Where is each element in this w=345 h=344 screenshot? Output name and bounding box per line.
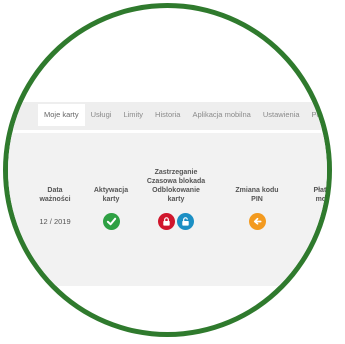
tab-help[interactable]: Pomoc xyxy=(306,104,327,126)
header-expiry-text: Data ważności xyxy=(39,187,71,203)
tab-history[interactable]: Historia xyxy=(149,104,186,126)
column-block: Zastrzeganie Czasowa blokada Odblokowani… xyxy=(139,158,213,230)
tab-limits[interactable]: Limity xyxy=(117,104,149,126)
header-pin: Zmiana kodu PIN xyxy=(220,186,294,204)
header-pin-text: Zmiana kodu PIN xyxy=(235,187,279,203)
circular-frame: Moje karty Usługi Limity Historia Aplika… xyxy=(3,3,332,337)
header-block-line-3: Odblokowanie xyxy=(152,187,200,194)
tab-my-cards[interactable]: Moje karty xyxy=(38,104,85,126)
column-activation: Aktywacja karty xyxy=(74,158,148,230)
column-pin: Zmiana kodu PIN xyxy=(220,158,294,230)
header-activation: Aktywacja karty xyxy=(74,186,148,204)
check-icon[interactable] xyxy=(102,212,120,230)
tab-mobile-app[interactable]: Aplikacja mobilna xyxy=(186,104,256,126)
arrow-left-icon[interactable] xyxy=(248,212,266,230)
unlock-icon[interactable] xyxy=(177,212,194,230)
tab-services[interactable]: Usługi xyxy=(85,104,118,126)
screenshot-stage: Moje karty Usługi Limity Historia Aplika… xyxy=(0,0,345,344)
header-block-line-4: karty xyxy=(167,196,185,203)
smartphone-icon[interactable] xyxy=(323,212,327,230)
lock-icon[interactable] xyxy=(158,212,175,230)
expiry-value: 12 / 2019 xyxy=(39,216,71,226)
column-mobile: Płatności mobilne xyxy=(292,158,331,230)
tab-list: Moje karty Usługi Limity Historia Aplika… xyxy=(38,104,327,126)
header-mobile: Płatności mobilne xyxy=(292,186,331,204)
header-block: Zastrzeganie Czasowa blokada Odblokowani… xyxy=(139,168,213,204)
header-block-line-1: Zastrzeganie xyxy=(154,169,198,176)
header-activation-text: Aktywacja karty xyxy=(93,187,129,203)
header-mobile-text: Płatności mobilne xyxy=(313,187,331,203)
tab-settings[interactable]: Ustawienia xyxy=(257,104,306,126)
header-block-line-2: Czasowa blokada xyxy=(146,178,206,185)
